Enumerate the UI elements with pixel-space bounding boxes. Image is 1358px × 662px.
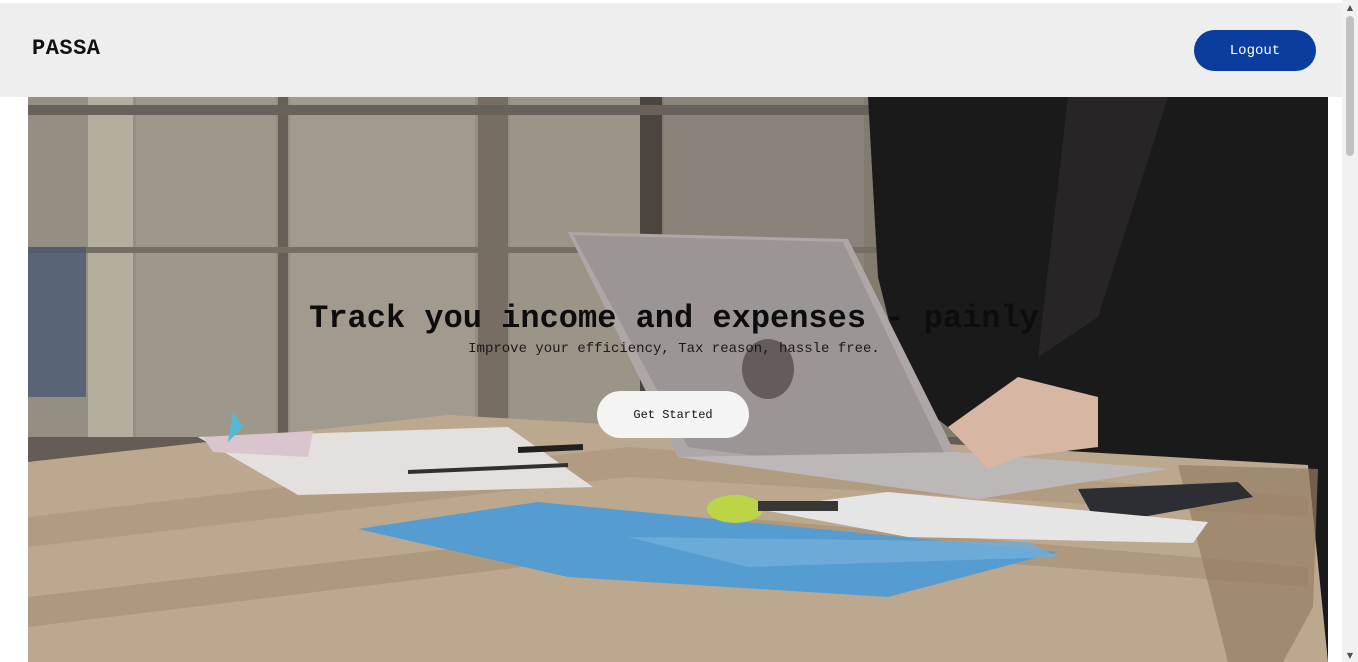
hero-background-image	[28, 97, 1328, 662]
scroll-down-arrow-icon[interactable]: ▼	[1342, 648, 1358, 662]
hero-subtitle: Improve your efficiency, Tax reason, has…	[468, 341, 880, 357]
get-started-button[interactable]: Get Started	[597, 391, 749, 438]
navbar: PASSA Logout	[0, 3, 1342, 97]
scroll-up-arrow-icon[interactable]: ▲	[1342, 0, 1358, 14]
hero-section: Track you income and expenses - painly I…	[28, 97, 1328, 662]
vertical-scrollbar[interactable]: ▲ ▼	[1342, 0, 1358, 662]
hero-title: Track you income and expenses - painly	[309, 300, 1039, 337]
scrollbar-thumb[interactable]	[1346, 16, 1354, 156]
page: PASSA Logout Track you income and expens…	[0, 0, 1358, 662]
brand-logo[interactable]: PASSA	[32, 36, 101, 61]
logout-button[interactable]: Logout	[1194, 30, 1316, 71]
